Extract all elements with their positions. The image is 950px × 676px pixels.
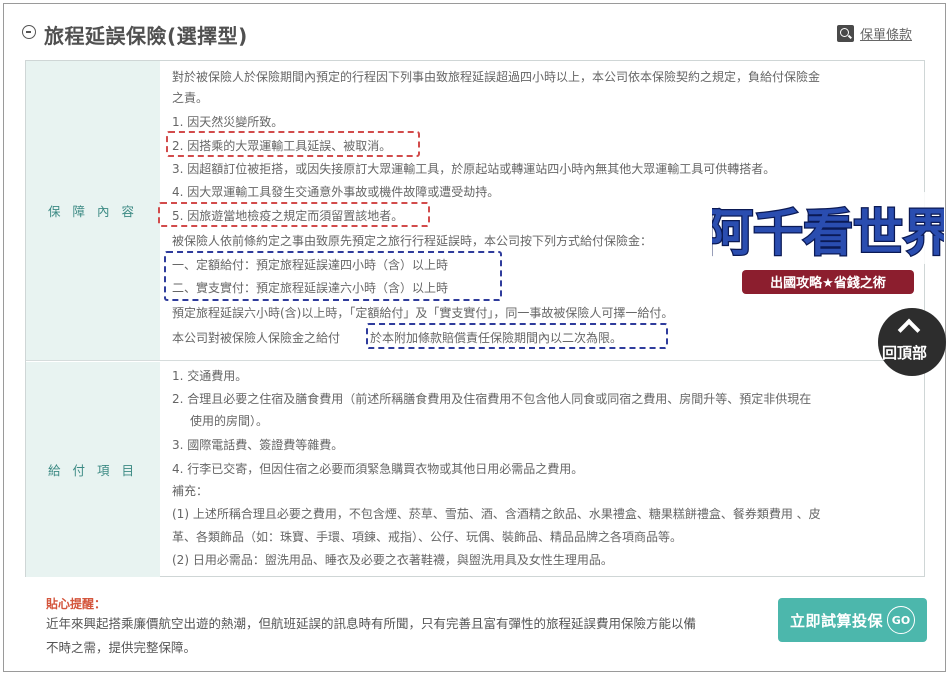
- payment-line: 使用的房間）。: [190, 414, 269, 428]
- tip-title: 貼心提醒：: [46, 597, 107, 611]
- calculate-quote-label: 立即試算投保: [790, 611, 884, 630]
- payment-line: 4. 行李已交寄，但因住宿之必要而須緊急購買衣物或其他日用必需品之費用。: [172, 462, 584, 476]
- page-title: 旅程延誤保險(選擇型): [44, 24, 248, 48]
- section-header: 旅程延誤保險(選擇型) 保單條款: [22, 20, 922, 50]
- back-to-top-button[interactable]: 回頂部: [878, 308, 946, 376]
- search-icon: [836, 25, 854, 42]
- payment-line: 2. 合理且必要之住宿及膳食費用（前述所稱膳食費用及住宿費用不包含他人同食或同宿…: [172, 392, 812, 406]
- coverage-heading: 保 障 內 容: [48, 204, 138, 219]
- tip-line: 近年來興起搭乘廉價航空出遊的熱潮，但航班延誤的訊息時有所聞，只有完善且富有彈性的…: [46, 616, 697, 631]
- watermark-brand: 阿千看世界: [712, 204, 944, 262]
- blue-highlight-box: [366, 323, 668, 349]
- coverage-heading-cell: 保 障 內 容: [26, 61, 160, 360]
- minus-circle-icon[interactable]: [22, 25, 36, 39]
- coverage-line: 對於被保險人於保險期間內預定的行程因下列事由致旅程延誤超過四小時以上，本公司依本…: [172, 70, 821, 84]
- coverage-line: 預定旅程延誤六小時(含)以上時，「定額給付」及「實支實付」，同一事故被保險人可擇…: [172, 306, 674, 320]
- coverage-line: 4. 因大眾運輸工具發生交通意外事故或機件故障或遭受劫持。: [172, 185, 500, 199]
- calculate-quote-button[interactable]: 立即試算投保 GO: [778, 598, 927, 642]
- payment-line: 3. 國際電話費、簽證費等雜費。: [172, 438, 344, 452]
- payment-heading: 給 付 項 目: [48, 463, 138, 478]
- watermark-logo: 阿千看世界 出國攻略★省錢之術: [702, 192, 950, 294]
- coverage-line: 之責。: [172, 91, 209, 105]
- payment-line: (2) 日用必需品：盥洗用品、睡衣及必要之衣著鞋襪，與盥洗用具及女性生理用品。: [172, 553, 613, 567]
- red-highlight-box: [166, 131, 420, 157]
- blue-highlight-box: [164, 251, 502, 301]
- payment-line: 1. 交通費用。: [172, 369, 248, 383]
- watermark-slogan: 出國攻略★省錢之術: [770, 275, 886, 291]
- coverage-line: 3. 因超額訂位被拒搭，或因失接原訂大眾運輸工具，於原起站或轉運站四小時內無其他…: [172, 162, 776, 176]
- payment-line: 補充：: [172, 484, 209, 498]
- brand-watermark: 阿千看世界 出國攻略★省錢之術: [702, 178, 950, 302]
- go-icon: GO: [887, 606, 915, 634]
- payment-line: 革、各類飾品（如：珠寶、手環、項鍊、戒指）、公仔、玩偶、裝飾品、精品品牌之各項商…: [172, 530, 683, 544]
- coverage-table: 保 障 內 容 對於被保險人於保險期間內預定的行程因下列事由致旅程延誤超過四小時…: [25, 60, 925, 577]
- coverage-line: 1. 因天然災變所致。: [172, 115, 284, 129]
- policy-terms-link[interactable]: 保單條款: [836, 24, 912, 43]
- payment-content: 1. 交通費用。 2. 合理且必要之住宿及膳食費用（前述所稱膳食費用及住宿費用不…: [160, 362, 924, 577]
- coverage-line: 被保險人依前條約定之事由致原先預定之旅行行程延誤時，本公司按下列方式給付保險金：: [172, 234, 653, 248]
- payment-line: (1) 上述所稱合理且必要之費用，不包含煙、菸草、雪茄、酒、含酒精之飲品、水果禮…: [172, 507, 821, 521]
- chevron-up-icon: [897, 318, 921, 342]
- tip-line: 不時之需，提供完整保障。: [46, 640, 197, 655]
- red-highlight-box: [158, 202, 430, 227]
- policy-terms-label: 保單條款: [859, 28, 912, 43]
- coverage-line: 本公司對被保險人保險金之給付: [172, 331, 341, 345]
- payment-row: 給 付 項 目 1. 交通費用。 2. 合理且必要之住宿及膳食費用（前述所稱膳食…: [26, 362, 924, 577]
- back-to-top-label: 回頂部: [882, 344, 928, 362]
- payment-heading-cell: 給 付 項 目: [26, 362, 160, 577]
